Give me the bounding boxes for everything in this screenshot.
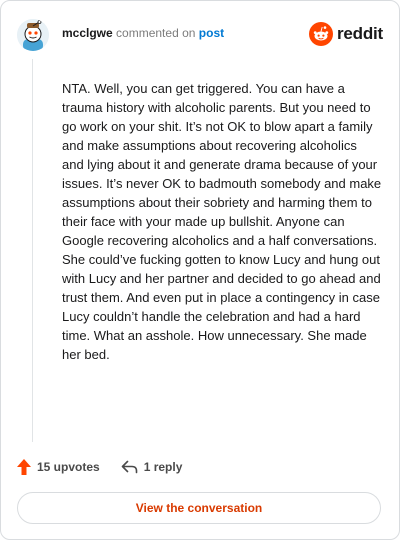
comment-actions: 15 upvotes 1 reply	[17, 457, 182, 477]
comment-body: NTA. Well, you can get triggered. You ca…	[62, 81, 382, 362]
comment-header: mcclgwe commented on post reddit	[17, 19, 383, 51]
thread-line[interactable]	[32, 59, 33, 442]
reply-count: 1 reply	[143, 460, 183, 474]
reddit-logo[interactable]: reddit	[308, 21, 383, 47]
comment-card: mcclgwe commented on post reddit NTA. We…	[0, 0, 400, 540]
reddit-wordmark: reddit	[336, 24, 383, 43]
reddit-logo-icon	[308, 22, 333, 46]
action-text: commented on	[116, 26, 196, 40]
author-link[interactable]: mcclgwe	[62, 26, 113, 40]
upvote-button[interactable]: 15 upvotes	[17, 459, 100, 475]
user-avatar[interactable]	[17, 19, 49, 51]
upvote-count: 15 upvotes	[37, 460, 100, 474]
post-link[interactable]: post	[199, 26, 224, 40]
reply-arrow-icon	[121, 460, 138, 474]
reply-button[interactable]: 1 reply	[121, 460, 183, 474]
snoo-avatar-icon	[17, 19, 49, 51]
view-conversation-button[interactable]: View the conversation	[17, 492, 381, 524]
upvote-arrow-icon	[17, 459, 31, 475]
comment-meta: mcclgwe commented on post	[62, 26, 224, 40]
